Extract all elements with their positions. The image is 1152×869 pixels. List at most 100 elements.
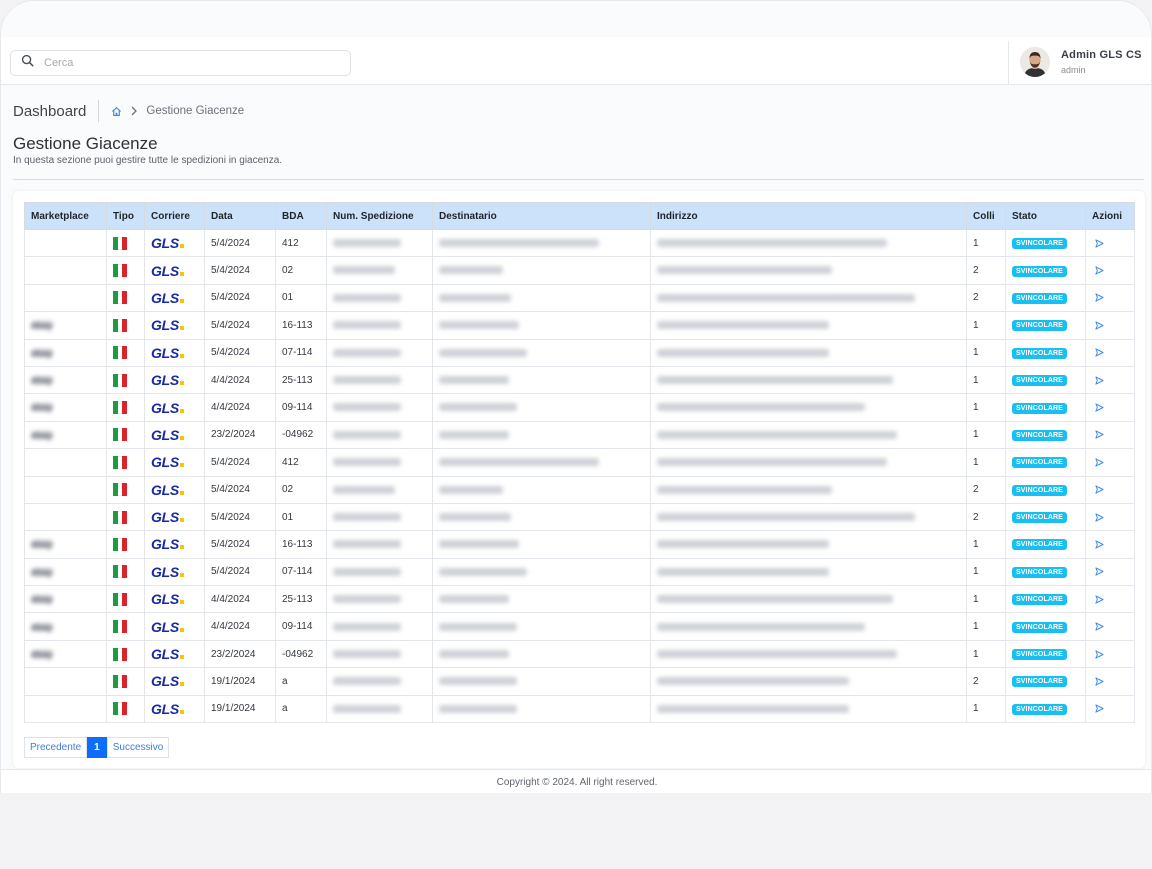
cell-corriere: GLS: [144, 667, 205, 696]
home-icon[interactable]: [111, 106, 122, 117]
status-badge[interactable]: SVINCOLARE: [1012, 320, 1067, 332]
col-stato[interactable]: Stato: [1005, 202, 1086, 230]
user-menu[interactable]: Admin GLS CS admin: [1008, 41, 1151, 85]
status-badge[interactable]: SVINCOLARE: [1012, 512, 1067, 524]
italy-flag-icon: [113, 647, 128, 661]
gls-logo: GLS: [151, 345, 184, 361]
cell-tipo: [106, 283, 145, 313]
send-icon[interactable]: [1092, 595, 1134, 604]
send-icon[interactable]: [1092, 567, 1134, 576]
col-bda[interactable]: BDA: [275, 202, 327, 230]
cell-bda: 09-114: [275, 612, 327, 641]
status-badge[interactable]: SVINCOLARE: [1012, 457, 1067, 469]
redacted-value: [333, 430, 401, 439]
cell-destinatario: [432, 448, 651, 477]
search-input[interactable]: [44, 57, 334, 69]
col-tipo[interactable]: Tipo: [106, 202, 145, 230]
status-badge[interactable]: SVINCOLARE: [1012, 375, 1067, 387]
cell-destinatario: [432, 694, 651, 724]
cell-colli: 1: [966, 228, 1006, 258]
redacted-value: [439, 321, 519, 330]
status-badge[interactable]: SVINCOLARE: [1012, 347, 1067, 359]
cell-destinatario: [432, 639, 651, 669]
status-badge[interactable]: SVINCOLARE: [1012, 238, 1067, 250]
redacted-value: [657, 403, 865, 412]
redacted-value: [439, 567, 527, 576]
gls-logo: GLS: [151, 619, 184, 635]
cell-corriere: GLS: [144, 393, 205, 422]
redacted-value: [333, 239, 401, 248]
next-page-button[interactable]: Successivo: [106, 737, 170, 758]
status-badge[interactable]: SVINCOLARE: [1012, 539, 1067, 551]
status-badge[interactable]: SVINCOLARE: [1012, 292, 1067, 304]
cell-stato: SVINCOLARE: [1005, 393, 1086, 422]
cell-tipo: [106, 420, 145, 450]
redacted-value: [333, 458, 401, 467]
col-azioni: Azioni: [1085, 202, 1135, 230]
send-icon[interactable]: [1092, 485, 1134, 494]
send-icon[interactable]: [1092, 348, 1134, 357]
send-icon[interactable]: [1092, 622, 1134, 631]
status-badge[interactable]: SVINCOLARE: [1012, 566, 1067, 578]
marketplace-value: ebay: [31, 376, 53, 387]
cell-tipo: [106, 365, 145, 395]
col-data[interactable]: Data: [204, 202, 276, 230]
cell-num-spedizione: [326, 475, 433, 504]
col-num-spedizione[interactable]: Num. Spedizione: [326, 202, 433, 230]
send-icon[interactable]: [1092, 293, 1134, 303]
send-icon[interactable]: [1092, 458, 1134, 467]
breadcrumb-current: Gestione Giacenze: [146, 105, 245, 117]
send-icon[interactable]: [1092, 649, 1134, 659]
col-indirizzo[interactable]: Indirizzo: [650, 202, 967, 230]
send-icon[interactable]: [1092, 512, 1134, 522]
breadcrumb-root[interactable]: Dashboard: [13, 103, 86, 120]
cell-bda: 09-114: [275, 393, 327, 422]
italy-flag-icon: [113, 510, 128, 524]
cell-corriere: GLS: [144, 448, 205, 477]
status-badge[interactable]: SVINCOLARE: [1012, 649, 1067, 661]
status-badge[interactable]: SVINCOLARE: [1012, 676, 1067, 688]
redacted-value: [657, 704, 849, 713]
col-marketplace[interactable]: Marketplace: [24, 202, 107, 230]
user-role: admin: [1061, 65, 1086, 75]
table-row: ebay GLS 23/2/2024 -04962 1 SVINCOLARE: [24, 420, 1135, 450]
italy-flag-icon: [113, 592, 128, 606]
redacted-value: [439, 458, 599, 467]
cell-destinatario: [432, 393, 651, 422]
col-colli[interactable]: Colli: [966, 202, 1006, 230]
send-icon[interactable]: [1092, 321, 1134, 330]
status-badge[interactable]: SVINCOLARE: [1012, 429, 1067, 441]
status-badge[interactable]: SVINCOLARE: [1012, 484, 1067, 496]
cell-azioni: [1085, 667, 1135, 696]
send-icon[interactable]: [1092, 239, 1134, 248]
send-icon[interactable]: [1092, 403, 1134, 412]
status-badge[interactable]: SVINCOLARE: [1012, 402, 1067, 414]
col-destinatario[interactable]: Destinatario: [432, 202, 651, 230]
prev-page-button[interactable]: Precedente: [24, 737, 88, 758]
send-icon[interactable]: [1092, 376, 1134, 385]
status-badge[interactable]: SVINCOLARE: [1012, 621, 1067, 633]
cell-colli: 1: [966, 311, 1006, 340]
status-badge[interactable]: SVINCOLARE: [1012, 703, 1067, 715]
redacted-value: [333, 321, 401, 330]
send-icon[interactable]: [1092, 266, 1134, 275]
status-badge[interactable]: SVINCOLARE: [1012, 594, 1067, 606]
italy-flag-icon: [113, 674, 128, 688]
cell-indirizzo: [650, 667, 967, 696]
cell-azioni: [1085, 530, 1135, 559]
send-icon[interactable]: [1092, 540, 1134, 549]
col-corriere[interactable]: Corriere: [144, 202, 205, 230]
marketplace-value: ebay: [31, 595, 53, 607]
table-row: GLS 5/4/2024 01 2 SVINCOLARE: [24, 283, 1135, 313]
search-box[interactable]: [10, 50, 351, 76]
page-1-button[interactable]: 1: [87, 737, 107, 758]
send-icon[interactable]: [1092, 704, 1134, 713]
cell-corriere: GLS: [144, 639, 205, 669]
status-badge[interactable]: SVINCOLARE: [1012, 265, 1067, 277]
redacted-value: [657, 622, 865, 631]
cell-stato: SVINCOLARE: [1005, 338, 1086, 367]
cell-stato: SVINCOLARE: [1005, 612, 1086, 641]
send-icon[interactable]: [1092, 430, 1134, 440]
send-icon[interactable]: [1092, 677, 1134, 686]
cell-marketplace: [24, 667, 107, 696]
